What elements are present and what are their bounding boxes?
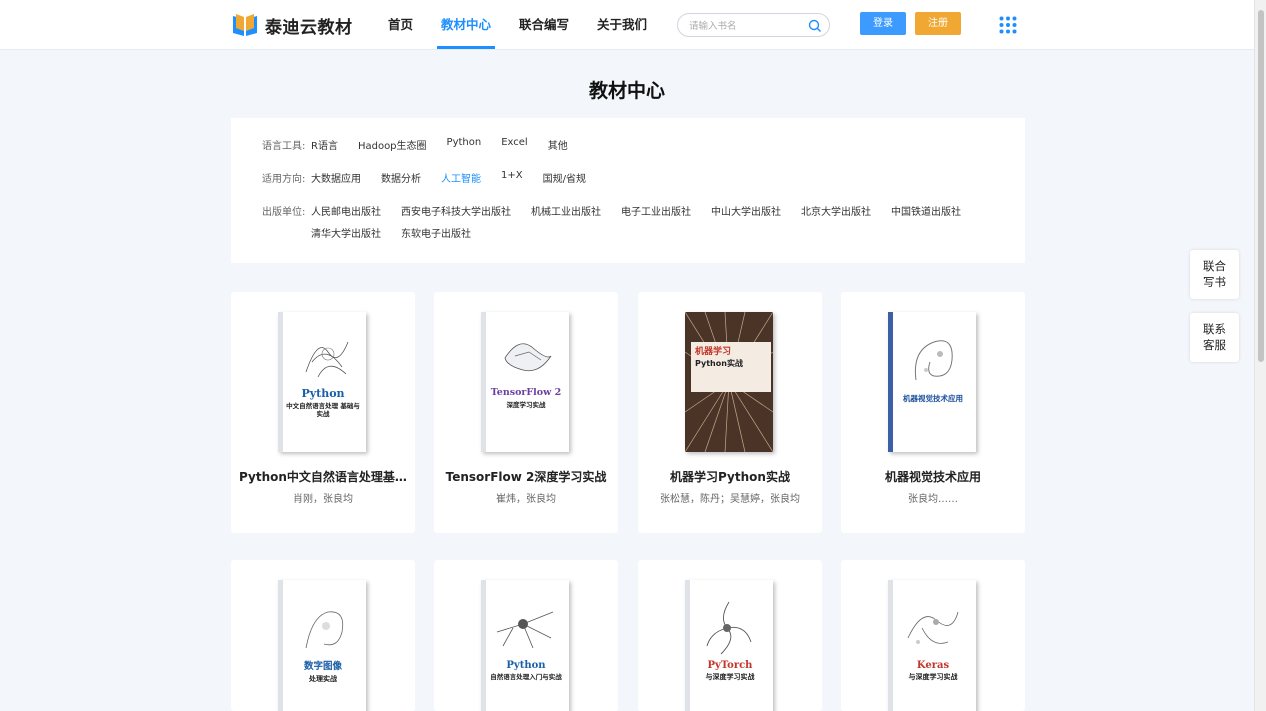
nav-textbook-center[interactable]: 教材中心 (437, 0, 496, 50)
site-logo[interactable]: 泰迪云教材 (231, 11, 353, 39)
top-header: 泰迪云教材 首页 教材中心 联合编写 关于我们 登录 注册 (0, 0, 1254, 50)
filter-row-direction: 适用方向: 大数据应用 数据分析 人工智能 1+X 国规/省规 (262, 170, 991, 185)
scrollbar-thumb[interactable] (1258, 10, 1264, 362)
contact-service-float-button[interactable]: 联系客服 (1190, 313, 1239, 362)
filter-option[interactable]: 北京大学出版社 (801, 203, 871, 218)
page-title: 教材中心 (588, 80, 665, 102)
book-cover-title: Python (301, 387, 345, 400)
book-card[interactable]: TensorFlow 2 深度学习实战 TensorFlow 2深度学习实战 崔… (434, 292, 618, 533)
filter-option[interactable]: 中山大学出版社 (711, 203, 781, 218)
book-title[interactable]: 机器视觉技术应用 (849, 468, 1017, 485)
book-cover: Keras 与深度学习实战 (888, 580, 976, 711)
filter-row-language: 语言工具: R语言 Hadoop生态圈 Python Excel 其他 (262, 137, 991, 152)
main-nav: 首页 教材中心 联合编写 关于我们 (388, 0, 675, 50)
book-author: 肖刚，张良均 (293, 494, 353, 505)
search-icon[interactable] (808, 18, 822, 32)
book-cover-title: PyTorch (707, 660, 753, 671)
book-cover-title: Python (506, 660, 546, 671)
filter-option-active[interactable]: 人工智能 (441, 170, 481, 185)
register-button[interactable]: 注册 (915, 12, 961, 35)
book-cover-title: 机器学习 (695, 347, 732, 357)
filter-panel: 语言工具: R语言 Hadoop生态圈 Python Excel 其他 适用方向… (231, 118, 1025, 263)
filter-label-language: 语言工具: (262, 141, 306, 152)
book-cover-title: Keras (916, 660, 950, 671)
nav-about[interactable]: 关于我们 (597, 0, 647, 50)
book-card[interactable]: PyTorch 与深度学习实战 (638, 560, 822, 711)
book-card[interactable]: Python 中文自然语言处理 基础与实战 Python中文自然语言处理基础与实… (231, 292, 415, 533)
book-cover-sub: Python实战 (695, 359, 743, 368)
filter-option[interactable]: 机械工业出版社 (531, 203, 601, 218)
co-write-label: 联合写书 (1203, 258, 1226, 289)
filter-option[interactable]: 数据分析 (381, 170, 421, 185)
book-cover: 机器学习 Python实战 (685, 312, 773, 452)
book-cover: 机器视觉技术应用 (888, 312, 976, 452)
book-cover: 数字图像 处理实战 (278, 580, 366, 711)
book-author: 崔炜，张良均 (496, 494, 556, 505)
contact-label: 联系客服 (1203, 321, 1226, 352)
book-cover-sub: 与深度学习实战 (705, 673, 755, 681)
book-cover-title: 数字图像 (303, 661, 342, 672)
book-card[interactable]: 机器视觉技术应用 机器视觉技术应用 张良均…… (841, 292, 1025, 533)
filter-label-publisher: 出版单位: (262, 207, 306, 218)
book-card[interactable]: Python 自然语言处理入门与实战 (434, 560, 618, 711)
search-box (677, 13, 830, 38)
book-cover: Python 自然语言处理入门与实战 (481, 580, 569, 711)
book-cover-title: TensorFlow 2 (490, 387, 562, 398)
book-author: 张良均…… (908, 494, 958, 505)
book-card[interactable]: 数字图像 处理实战 (231, 560, 415, 711)
filter-option[interactable]: Excel (501, 137, 528, 152)
filter-option[interactable]: 中国铁道出版社 (891, 203, 961, 218)
book-cover: TensorFlow 2 深度学习实战 (481, 312, 569, 452)
filter-option[interactable]: Python (447, 137, 482, 152)
co-write-float-button[interactable]: 联合写书 (1190, 250, 1239, 299)
filter-option[interactable]: 人民邮电出版社 (311, 203, 381, 218)
filter-option[interactable]: 国规/省规 (543, 170, 586, 185)
logo-text: 泰迪云教材 (265, 17, 353, 38)
book-cover-sub: 与深度学习实战 (908, 673, 958, 681)
book-cover-sub: 自然语言处理入门与实战 (490, 673, 562, 681)
book-title[interactable]: 机器学习Python实战 (646, 468, 814, 485)
book-title[interactable]: Python中文自然语言处理基础与实战 (239, 468, 407, 485)
search-input[interactable] (689, 15, 809, 38)
filter-option[interactable]: Hadoop生态圈 (358, 137, 427, 152)
page-scrollbar[interactable] (1254, 0, 1266, 711)
book-cover-sub: 处理实战 (309, 675, 337, 683)
nav-co-write[interactable]: 联合编写 (519, 0, 569, 50)
filter-option[interactable]: 1+X (501, 170, 523, 185)
filter-option[interactable]: 清华大学出版社 (311, 225, 381, 240)
book-cover-sub: 机器视觉技术应用 (903, 394, 963, 403)
book-cover-sub: 中文自然语言处理 基础与实战 (286, 402, 360, 419)
book-cover: Python 中文自然语言处理 基础与实战 (278, 312, 366, 452)
book-cover: PyTorch 与深度学习实战 (685, 580, 773, 711)
filter-option[interactable]: 东软电子出版社 (401, 225, 471, 240)
filter-option[interactable]: R语言 (311, 137, 338, 152)
book-card[interactable]: 机器学习 Python实战 机器学习Python实战 张松慧，陈丹；吴慧婷，张良… (638, 292, 822, 533)
login-button[interactable]: 登录 (860, 12, 906, 35)
book-logo-icon (231, 11, 259, 39)
book-cover-sub: 深度学习实战 (506, 401, 546, 409)
book-author: 张松慧，陈丹；吴慧婷，张良均 (660, 494, 800, 505)
filter-label-direction: 适用方向: (262, 174, 306, 185)
filter-option[interactable]: 其他 (548, 137, 568, 152)
apps-grid-icon[interactable] (999, 16, 1017, 34)
filter-option[interactable]: 电子工业出版社 (621, 203, 691, 218)
filter-row-publisher: 出版单位: 人民邮电出版社 西安电子科技大学出版社 机械工业出版社 电子工业出版… (262, 203, 991, 240)
filter-option[interactable]: 大数据应用 (311, 170, 361, 185)
nav-home[interactable]: 首页 (388, 0, 413, 50)
book-card[interactable]: Keras 与深度学习实战 (841, 560, 1025, 711)
filter-option[interactable]: 西安电子科技大学出版社 (401, 203, 511, 218)
book-title[interactable]: TensorFlow 2深度学习实战 (442, 468, 610, 485)
